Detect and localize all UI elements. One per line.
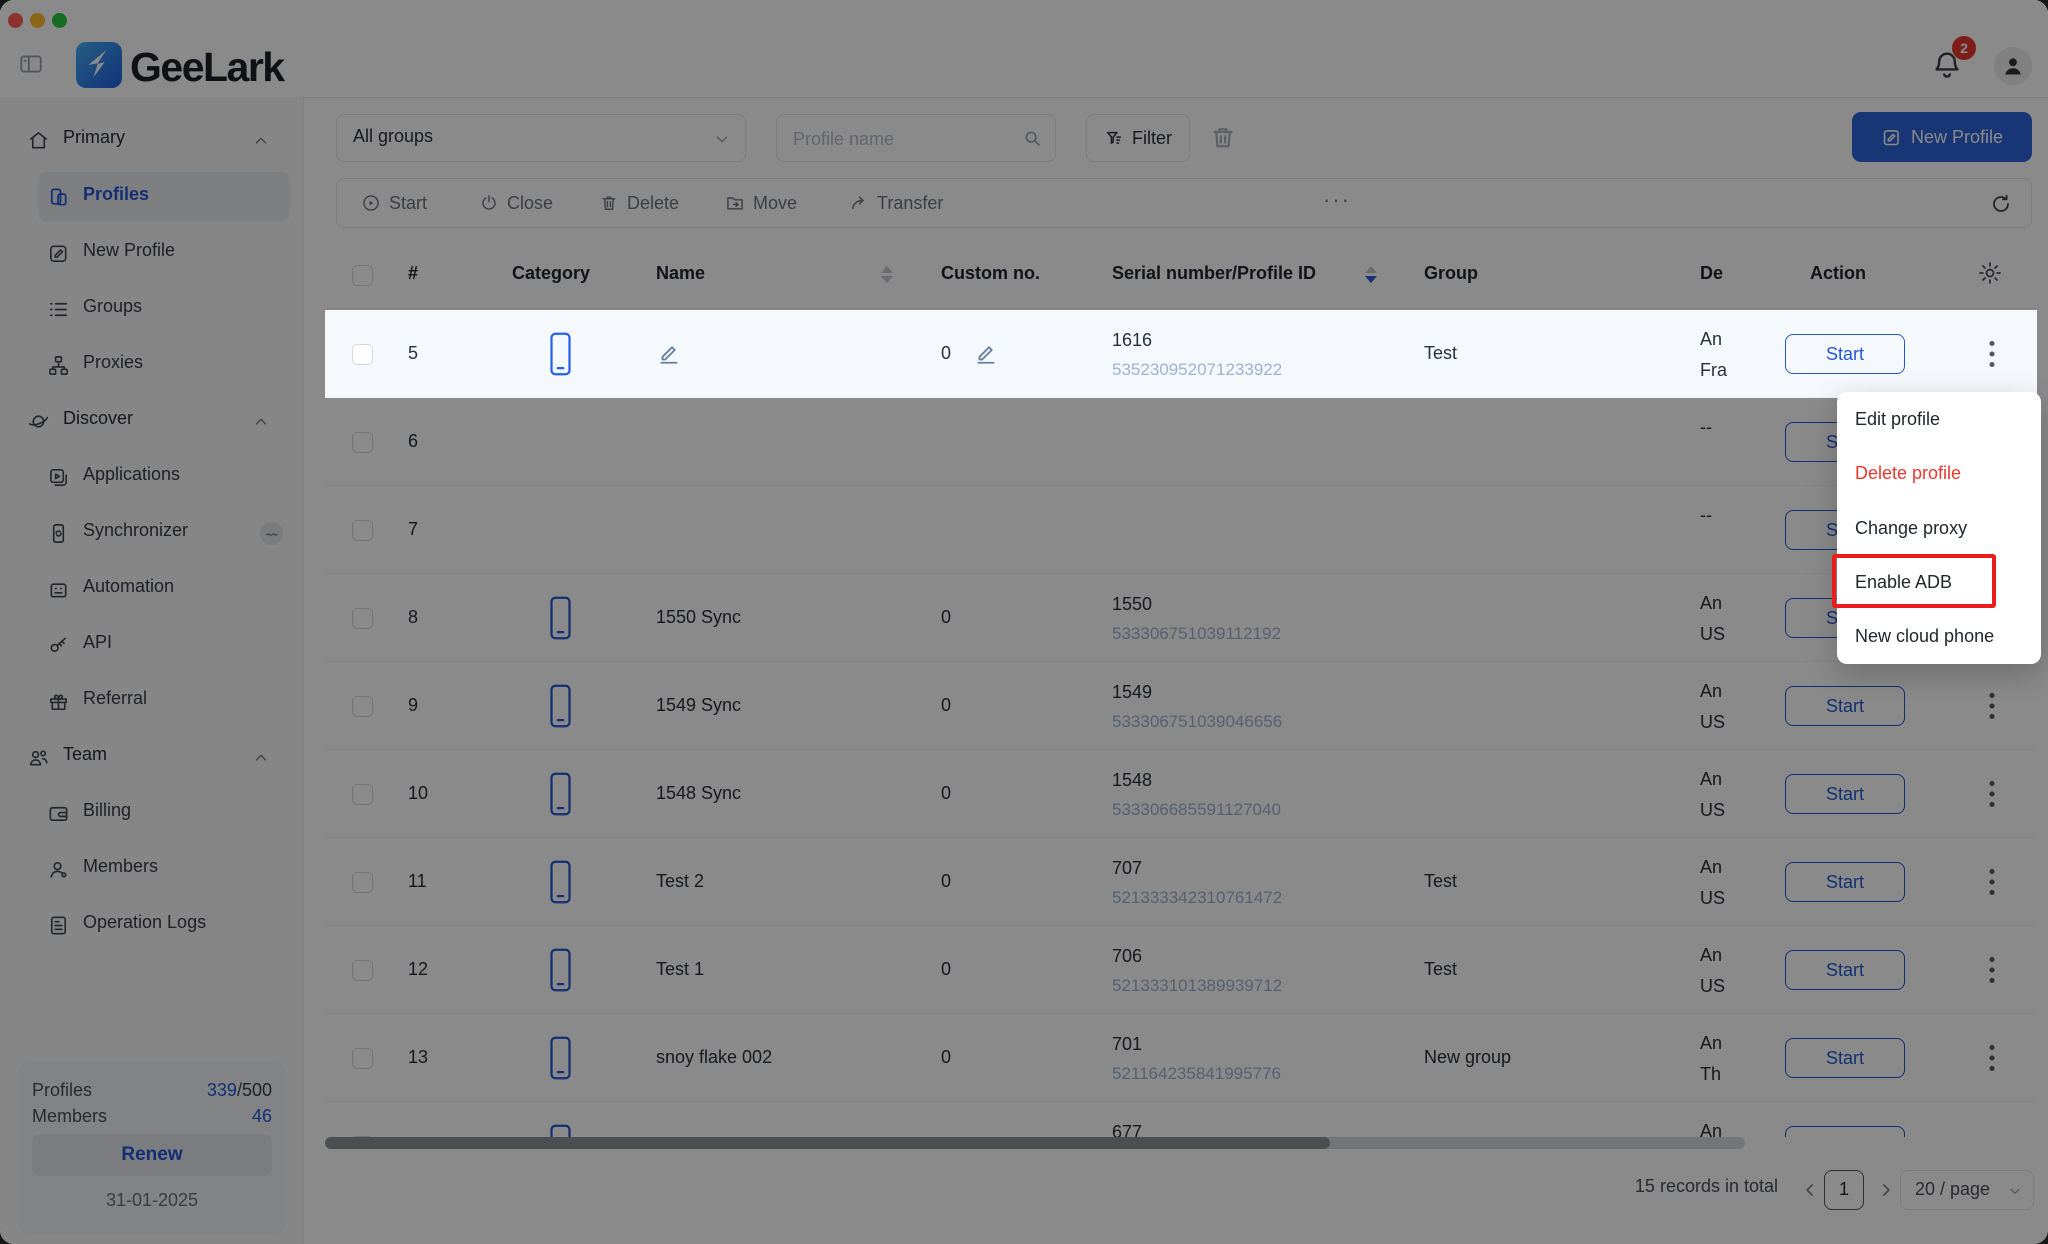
row-menu-dots-icon[interactable] <box>1981 336 2003 372</box>
profile-id[interactable]: 535230952071233922 <box>1112 360 1282 380</box>
enable-adb-annotation-box <box>1832 554 1996 608</box>
dim-overlay <box>0 0 2048 310</box>
phone-icon <box>547 329 574 379</box>
menu-item-new-cloud-phone[interactable]: New cloud phone <box>1837 610 2041 664</box>
row-checkbox[interactable] <box>352 344 373 365</box>
edit-name-pencil-icon[interactable] <box>656 340 682 366</box>
menu-item-change-proxy[interactable]: Change proxy <box>1837 501 2041 555</box>
start-button[interactable]: Start <box>1785 334 1905 374</box>
dim-overlay <box>2037 310 2048 398</box>
menu-item-delete-profile[interactable]: Delete profile <box>1837 446 2041 500</box>
table-row[interactable]: 5 0 1616 535230952071233922 Test AnFra S… <box>325 310 2037 398</box>
menu-item-edit-profile[interactable]: Edit profile <box>1837 392 2041 446</box>
dim-overlay <box>0 398 2048 1244</box>
edit-custom-pencil-icon[interactable] <box>973 340 999 366</box>
row-context-menu: Edit profile Delete profile Change proxy… <box>1837 392 2041 664</box>
serial-number: 1616 <box>1112 330 1152 351</box>
app-window: GeeLark 2 Primary Profiles New Profile G… <box>0 0 2048 1244</box>
dim-overlay <box>0 310 325 398</box>
